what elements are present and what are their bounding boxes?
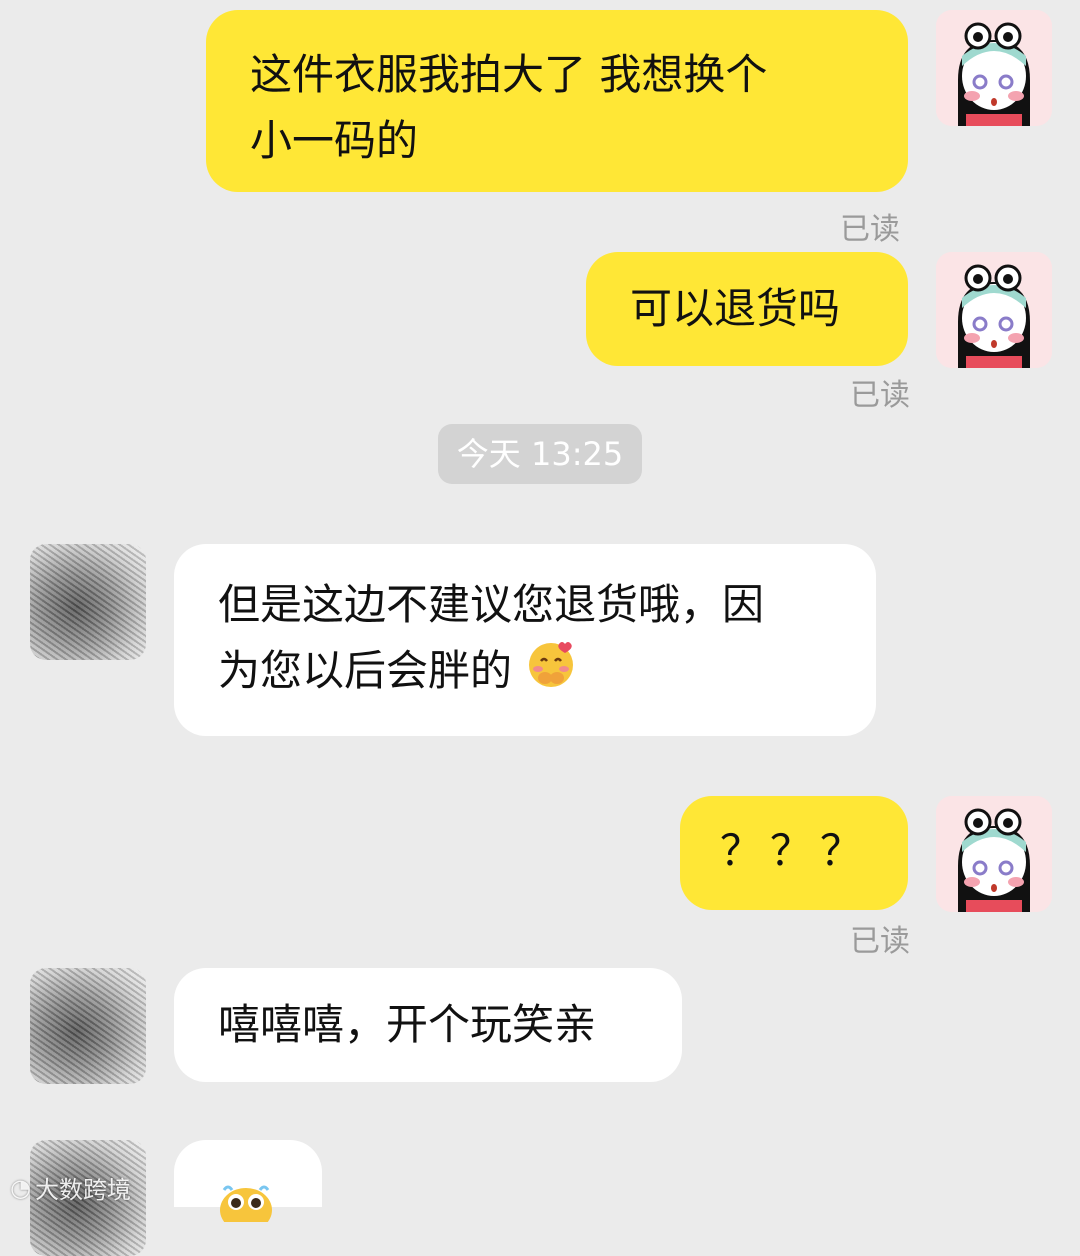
- avatar-texture: [30, 968, 146, 1084]
- message-text-line: 小一码的: [250, 116, 419, 165]
- cartoon-girl-icon: [936, 10, 1052, 126]
- my-message-bubble[interactable]: ？？？: [680, 796, 908, 910]
- smiling-face-with-hearts-icon: [525, 638, 577, 709]
- my-message-bubble[interactable]: 这件衣服我拍大了 我想换个 小一码的: [206, 10, 908, 192]
- watermark-text: 大数跨境: [34, 1176, 131, 1204]
- my-avatar[interactable]: [936, 252, 1052, 368]
- shop-avatar[interactable]: [30, 544, 146, 660]
- shop-message-bubble[interactable]: 但是这边不建议您退货哦，因 为您以后会胖的: [174, 544, 876, 736]
- watermark-logo-icon: ◔: [10, 1173, 31, 1202]
- message-text: ？？？: [720, 826, 871, 875]
- shop-message-bubble[interactable]: [174, 1140, 322, 1232]
- cartoon-girl-icon: [936, 796, 1052, 912]
- avatar-texture: [30, 544, 146, 660]
- shop-message-bubble[interactable]: 嘻嘻嘻，开个玩笑亲: [174, 968, 682, 1082]
- cartoon-girl-icon: [936, 252, 1052, 368]
- my-avatar[interactable]: [936, 796, 1052, 912]
- chat-thread: 这件衣服我拍大了 我想换个 小一码的 已读 可以退货吗 已读 今天 13:25 …: [0, 0, 1080, 1256]
- message-text: 可以退货吗: [630, 284, 841, 333]
- message-text-line: 为您以后会胖的: [218, 638, 876, 709]
- cute-crying-icon: [218, 1175, 274, 1241]
- message-text: 为您以后会胖的: [218, 646, 513, 695]
- shop-avatar[interactable]: [30, 968, 146, 1084]
- read-receipt: 已读: [840, 212, 900, 247]
- my-message-bubble[interactable]: 可以退货吗: [586, 252, 908, 366]
- timestamp-label: 今天 13:25: [438, 424, 642, 484]
- watermark: ◔ 大数跨境: [10, 1170, 131, 1205]
- message-text-line: 这件衣服我拍大了 我想换个: [250, 50, 768, 99]
- read-receipt: 已读: [850, 924, 910, 959]
- message-text: 嘻嘻嘻，开个玩笑亲: [218, 1000, 597, 1049]
- read-receipt: 已读: [850, 378, 910, 413]
- message-text-line: 但是这边不建议您退货哦，因: [218, 580, 765, 629]
- my-avatar[interactable]: [936, 10, 1052, 126]
